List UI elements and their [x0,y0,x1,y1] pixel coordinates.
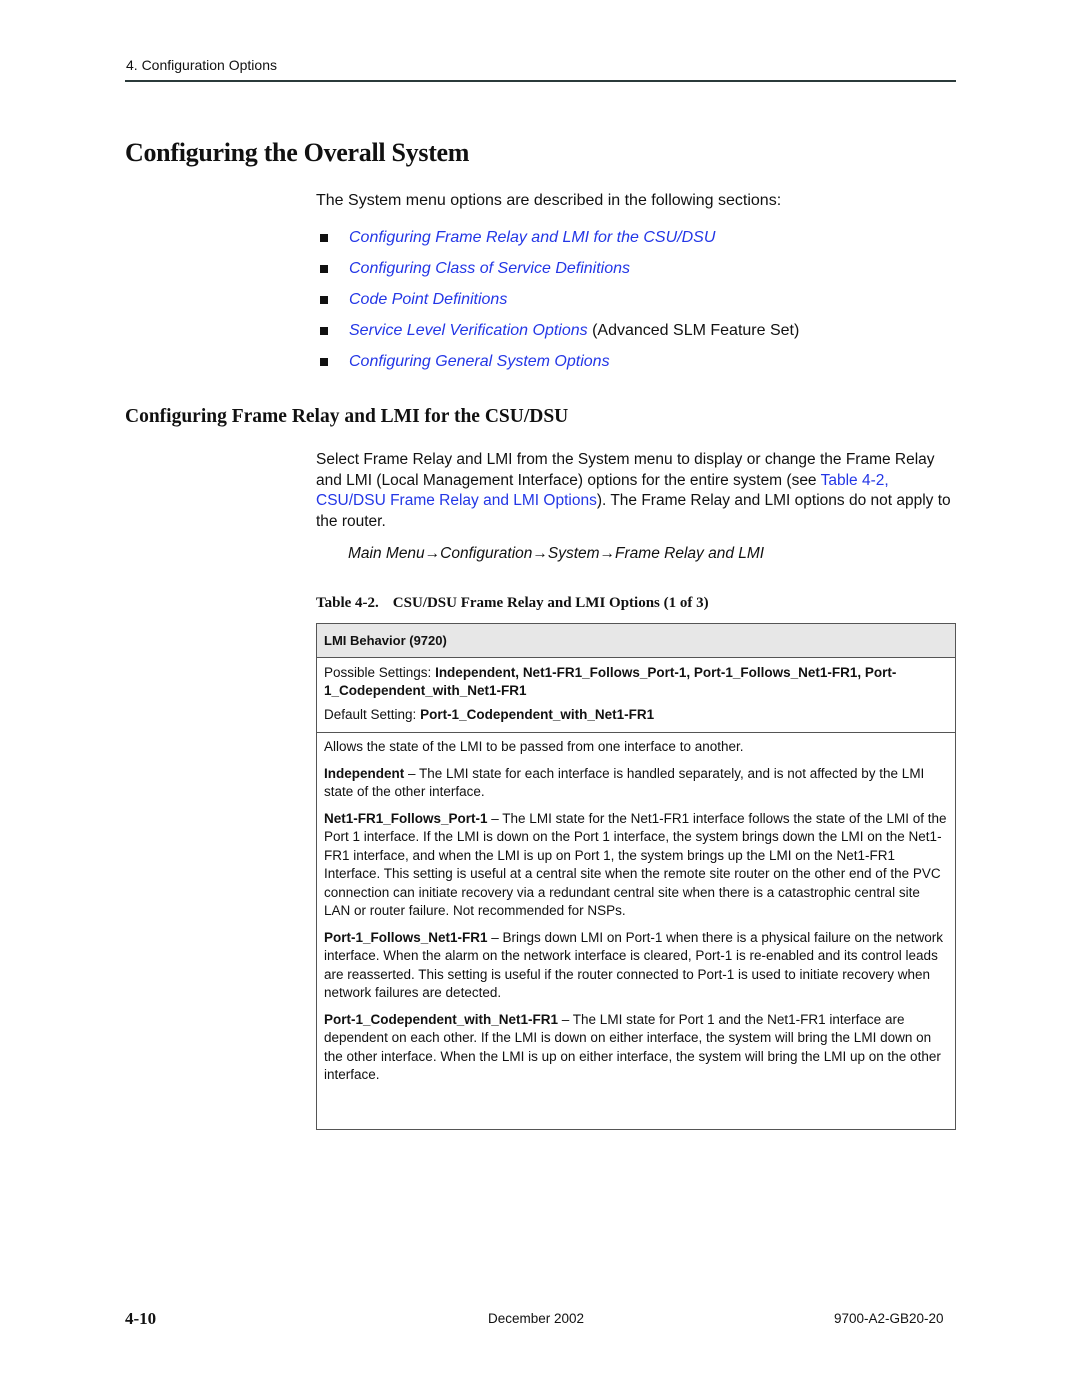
running-header: 4. Configuration Options [126,57,277,73]
option-term: Independent [324,765,405,781]
bullet-square-icon [320,326,328,335]
menu-path: Main Menu→Configuration→System→Frame Rel… [348,545,765,562]
subsection-title: Configuring Frame Relay and LMI for the … [125,406,569,427]
option-term: Port-1_Follows_Net1-FR1 [324,929,488,945]
table-number: Table 4-2. [316,595,379,611]
page-number: 4-10 [125,1309,157,1328]
link-service-level-verification[interactable]: Service Level Verification Options [349,322,588,340]
list-item: Code Point Definitions [320,284,799,315]
table-caption: Table 4-2. CSU/DSU Frame Relay and LMI Op… [316,595,709,612]
table-description-cell: Allows the state of the LMI to be passed… [317,733,955,1098]
link-code-point-definitions[interactable]: Code Point Definitions [349,291,507,309]
default-setting-value: Port-1_Codependent_with_Net1-FR1 [420,707,655,722]
default-setting: Default Setting: Port-1_Codependent_with… [324,706,948,724]
bullet-square-icon [320,233,328,242]
possible-settings: Possible Settings: Independent, Net1-FR1… [324,664,948,700]
option-description: Port-1_Codependent_with_Net1-FR1 – The L… [324,1011,948,1085]
bullet-square-icon [320,264,328,273]
options-table: LMI Behavior (9720) Possible Settings: I… [316,623,956,1130]
table-caption-title: CSU/DSU Frame Relay and LMI Options (1 o… [392,595,709,611]
bullet-square-icon [320,357,328,366]
header-rule [125,80,956,82]
option-description: Independent – The LMI state for each int… [324,765,948,802]
list-item: Configuring Frame Relay and LMI for the … [320,222,799,253]
section-title: Configuring the Overall System [125,138,470,167]
list-item: Service Level Verification Options (Adva… [320,315,799,346]
section-link-list: Configuring Frame Relay and LMI for the … [320,222,799,377]
link-frame-relay-lmi[interactable]: Configuring Frame Relay and LMI for the … [349,229,715,247]
default-setting-label: Default Setting: [324,707,421,722]
link-general-system-options[interactable]: Configuring General System Options [349,353,610,371]
option-text: – The LMI state for each interface is ha… [324,765,925,800]
option-term: Port-1_Codependent_with_Net1-FR1 [324,1011,559,1027]
publication-date: December 2002 [488,1311,585,1326]
option-description: Net1-FR1_Follows_Port-1 – The LMI state … [324,810,948,921]
option-description: Port-1_Follows_Net1-FR1 – Brings down LM… [324,929,948,1003]
subsection-paragraph: Select Frame Relay and LMI from the Syst… [316,450,956,532]
option-term: Net1-FR1_Follows_Port-1 [324,810,488,826]
list-item: Configuring Class of Service Definitions [320,253,799,284]
section-intro: The System menu options are described in… [316,192,782,209]
possible-settings-label: Possible Settings: [324,665,436,680]
link-class-of-service[interactable]: Configuring Class of Service Definitions [349,260,630,278]
table-header-option-name: LMI Behavior (9720) [317,624,955,658]
option-summary: Allows the state of the LMI to be passed… [324,739,744,754]
document-number: 9700-A2-GB20-20 [834,1311,944,1326]
bullet-square-icon [320,295,328,304]
link-suffix: (Advanced SLM Feature Set) [587,321,800,339]
table-settings-cell: Possible Settings: Independent, Net1-FR1… [317,658,955,733]
option-text: – The LMI state for the Net1-FR1 interfa… [324,810,947,919]
list-item: Configuring General System Options [320,346,799,377]
